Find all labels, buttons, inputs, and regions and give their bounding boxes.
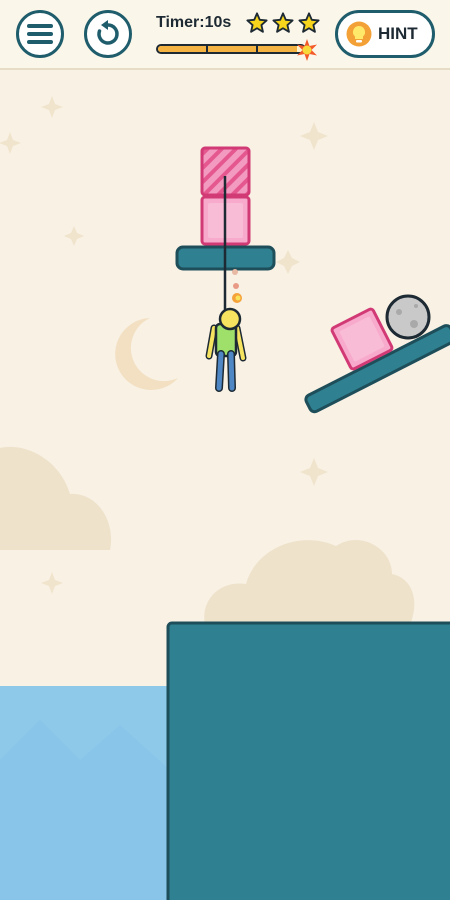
hamburger-menu-icon (27, 24, 53, 44)
star-icon (272, 12, 294, 33)
top-bar: Timer:10s HINT (0, 0, 450, 70)
timer-progress-fill (158, 46, 297, 52)
timer-label: Timer:10s (156, 14, 232, 31)
restart-button[interactable] (84, 10, 132, 58)
game-scene (0, 0, 450, 900)
fuse-spark-icon (297, 39, 317, 61)
menu-button[interactable] (16, 10, 64, 58)
ground-cliff (166, 621, 450, 900)
timer-segment-divider (256, 46, 258, 52)
star-icon (298, 12, 320, 33)
timer-segment-divider (206, 46, 208, 52)
star-icon (246, 12, 268, 33)
timer-progress-bar (156, 44, 306, 54)
restart-icon (97, 20, 119, 45)
hint-label: HINT (378, 24, 418, 43)
stone-ball[interactable] (385, 294, 431, 340)
lightbulb-icon (346, 21, 372, 47)
game-screen: Timer:10s HINT (0, 0, 450, 900)
star-rating (246, 12, 324, 34)
hint-button[interactable]: HINT (335, 10, 435, 58)
